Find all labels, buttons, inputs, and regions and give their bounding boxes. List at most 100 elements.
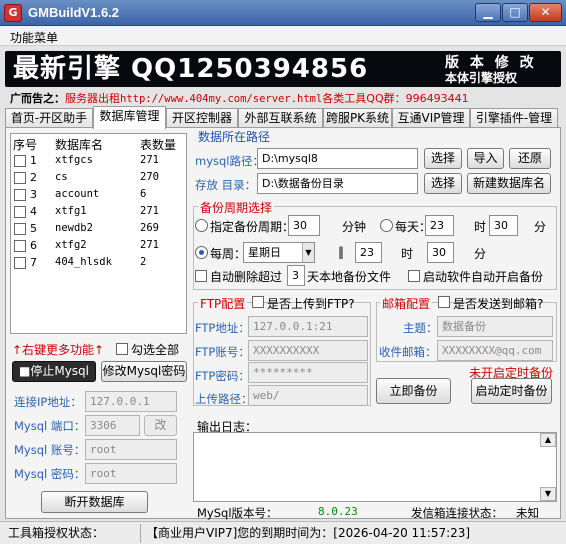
select-all-checkbox[interactable] bbox=[116, 343, 128, 355]
daily-hour-input[interactable]: 23 bbox=[425, 215, 454, 236]
row-checkbox[interactable] bbox=[14, 155, 26, 167]
mail-subject-input[interactable]: 数据备份 bbox=[437, 316, 553, 337]
password-input[interactable]: root bbox=[85, 463, 177, 484]
list-item[interactable]: 1 xtfgcs 271 bbox=[11, 153, 186, 170]
interval-unit: 分钟 bbox=[342, 220, 367, 234]
weekly-day-select[interactable]: 星期日 ▼ bbox=[243, 242, 315, 263]
auto-start-label[interactable]: 启动软件自动开启备份 bbox=[423, 268, 543, 285]
right-click-hint: ↑右键更多功能↑ bbox=[12, 343, 105, 357]
auto-delete-suffix: 天本地备份文件 bbox=[307, 270, 392, 284]
port-input[interactable]: 3306 bbox=[85, 415, 140, 436]
row-checkbox[interactable] bbox=[14, 223, 26, 235]
backup-now-button[interactable]: 立即备份 bbox=[376, 378, 451, 404]
row-number: 7 bbox=[30, 256, 37, 269]
row-checkbox[interactable] bbox=[14, 172, 26, 184]
disconnect-database-button[interactable]: 断开数据库 bbox=[41, 491, 148, 513]
tab-crossserver[interactable]: 跨服PK系统 bbox=[323, 108, 392, 128]
store-dir-browse-button[interactable]: 选择 bbox=[424, 173, 462, 194]
store-dir-input[interactable]: D:\数据备份目录 bbox=[257, 173, 418, 194]
row-checkbox[interactable] bbox=[14, 240, 26, 252]
row-checkbox[interactable] bbox=[14, 257, 26, 269]
ip-input[interactable]: 127.0.0.1 bbox=[85, 391, 177, 412]
ad-label: 广而告之： bbox=[10, 92, 65, 105]
row-checkbox[interactable] bbox=[14, 206, 26, 218]
start-timer-button[interactable]: 启动定时备份 bbox=[471, 378, 552, 404]
list-item[interactable]: 5 newdb2 269 bbox=[11, 221, 186, 238]
mysql-path-browse-button[interactable]: 选择 bbox=[424, 148, 462, 169]
log-output[interactable]: ▲ ▼ bbox=[193, 432, 557, 502]
weekly-min-input[interactable]: 30 bbox=[427, 242, 454, 263]
title-bar: G GMBuildV1.6.2 ▁ □ ✕ bbox=[0, 0, 566, 26]
mail-send-checkbox[interactable] bbox=[438, 296, 450, 308]
store-dir-label: 存放 目录： bbox=[195, 178, 257, 192]
ftp-path-input[interactable]: web/ bbox=[248, 385, 368, 406]
banner-right-line2: 本体引擎授权 bbox=[445, 71, 518, 85]
ftp-title: FTP配置 bbox=[198, 295, 248, 312]
ftp-upload-label[interactable]: 是否上传到FTP? bbox=[267, 295, 355, 312]
list-item[interactable]: 6 xtfg2 271 bbox=[11, 238, 186, 255]
ad-qq-group[interactable]: 各类工具QQ群：996493441 bbox=[322, 92, 468, 105]
weekly-hour-unit: 时 bbox=[401, 247, 414, 261]
list-item[interactable]: 4 xtfg1 271 bbox=[11, 204, 186, 221]
stop-mysql-button[interactable]: ■停止Mysql bbox=[12, 361, 96, 382]
ftp-address-input[interactable]: 127.0.0.1:21 bbox=[248, 316, 368, 337]
row-table-count: 270 bbox=[140, 171, 159, 183]
mail-send-label[interactable]: 是否发送到邮箱? bbox=[453, 295, 543, 312]
license-value: 【商业用户VIP7]您的到期时间为：[2026-04-20 11:57:23] bbox=[146, 526, 471, 540]
mysql-path-input[interactable]: D:\mysql8 bbox=[257, 148, 418, 169]
chevron-down-icon[interactable]: ▼ bbox=[302, 243, 314, 262]
row-number: 1 bbox=[30, 154, 37, 167]
ad-url[interactable]: http://www.404my.com/server.html bbox=[120, 93, 322, 105]
menu-item-functions[interactable]: 功能菜单 bbox=[10, 29, 58, 46]
tab-external[interactable]: 外部互联系统 bbox=[238, 108, 323, 128]
window-title: GMBuildV1.6.2 bbox=[28, 5, 120, 20]
new-database-button[interactable]: 新建数据库名 bbox=[467, 173, 551, 194]
tab-controller[interactable]: 开区控制器 bbox=[166, 108, 238, 128]
modify-mysql-password-button[interactable]: 修改Mysql密码 bbox=[101, 361, 187, 382]
tab-home[interactable]: 首页-开区助手 bbox=[5, 108, 93, 128]
tab-database[interactable]: 数据库管理 bbox=[93, 106, 166, 129]
tab-vip[interactable]: 互通VIP管理 bbox=[392, 108, 470, 128]
port-change-button[interactable]: 改 bbox=[144, 415, 177, 436]
select-all-label[interactable]: 勾选全部 bbox=[131, 341, 179, 358]
list-item[interactable]: 2 cs 270 bbox=[11, 170, 186, 187]
auto-delete-days-input[interactable]: 3 bbox=[287, 265, 305, 286]
interval-input[interactable]: 30 bbox=[288, 215, 320, 236]
database-list[interactable]: 序号 数据库名 表数量 1 xtfgcs 271 2 cs 270 3 account 6 4 xt… bbox=[10, 133, 187, 334]
ftp-password-label: FTP密码： bbox=[195, 369, 250, 383]
mail-to-label: 收件邮箱： bbox=[379, 345, 437, 359]
list-header-count: 表数量 bbox=[140, 138, 177, 152]
row-checkbox[interactable] bbox=[14, 189, 26, 201]
scroll-down-icon[interactable]: ▼ bbox=[540, 487, 556, 501]
weekly-day-value: 星期日 bbox=[248, 246, 281, 259]
weekly-hour-input[interactable]: 23 bbox=[355, 242, 382, 263]
row-number: 5 bbox=[30, 222, 37, 235]
auto-start-checkbox[interactable] bbox=[408, 270, 420, 282]
mail-title: 邮箱配置 bbox=[380, 295, 433, 312]
restore-button[interactable]: 还原 bbox=[509, 148, 551, 169]
ftp-address-label: FTP地址： bbox=[195, 321, 250, 335]
weekly-radio[interactable] bbox=[195, 246, 208, 259]
row-database-name: xtfg1 bbox=[55, 205, 87, 217]
auto-delete-checkbox[interactable] bbox=[195, 270, 207, 282]
ftp-account-input[interactable]: XXXXXXXXXX bbox=[248, 340, 368, 361]
ftp-password-input[interactable]: ********* bbox=[248, 362, 368, 383]
close-button[interactable]: ✕ bbox=[529, 3, 562, 22]
maximize-button[interactable]: □ bbox=[502, 3, 528, 22]
daily-radio[interactable] bbox=[380, 219, 393, 232]
list-item[interactable]: 7 404_hlsdk 2 bbox=[11, 255, 186, 272]
interval-radio[interactable] bbox=[195, 219, 208, 232]
ad-text[interactable]: 服务器出租 bbox=[65, 92, 120, 105]
mail-to-input[interactable]: XXXXXXXX@qq.com bbox=[437, 340, 553, 361]
account-input[interactable]: root bbox=[85, 439, 177, 460]
tab-plugins[interactable]: 引擎插件-管理 bbox=[470, 108, 558, 128]
daily-min-input[interactable]: 30 bbox=[489, 215, 518, 236]
daily-min-unit: 分 bbox=[534, 220, 547, 234]
scroll-up-icon[interactable]: ▲ bbox=[540, 433, 556, 447]
mysql-path-label: mysql路径： bbox=[195, 154, 264, 168]
list-item[interactable]: 3 account 6 bbox=[11, 187, 186, 204]
ftp-upload-checkbox[interactable] bbox=[252, 296, 264, 308]
import-button[interactable]: 导入 bbox=[467, 148, 504, 169]
app-icon: G bbox=[4, 4, 22, 22]
minimize-button[interactable]: ▁ bbox=[475, 3, 501, 22]
